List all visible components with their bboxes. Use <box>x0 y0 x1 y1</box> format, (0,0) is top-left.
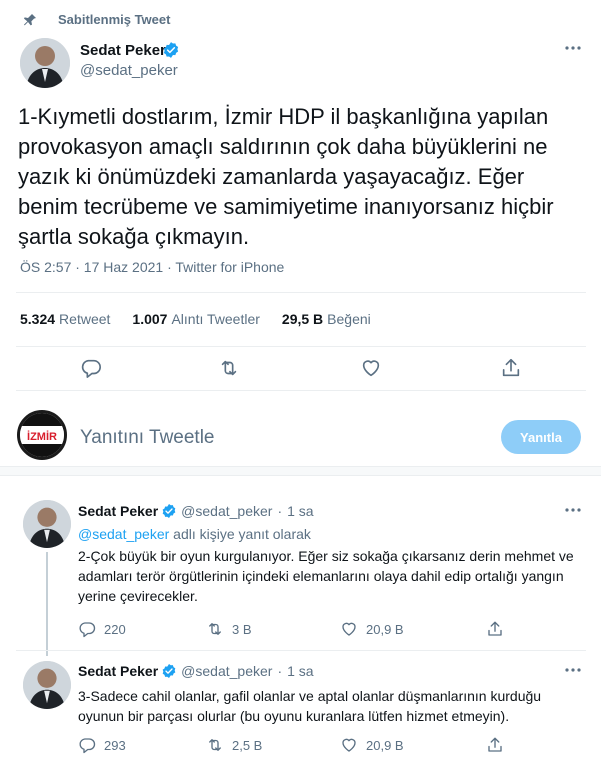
retweet-action[interactable]: 3 B <box>206 620 252 638</box>
reply-action[interactable]: 293 <box>78 736 126 754</box>
share-action[interactable] <box>486 620 504 638</box>
tweet-time[interactable]: 1 sa <box>287 663 313 679</box>
author-name[interactable]: Sedat Peker <box>80 42 166 59</box>
retweet-icon <box>209 739 221 751</box>
reply-button[interactable]: Yanıtla <box>501 420 581 454</box>
author-avatar[interactable] <box>20 38 70 88</box>
author-name[interactable]: Sedat Peker <box>78 503 158 519</box>
avatar-logo-text: İZMİR <box>27 430 57 443</box>
tweet-header: Sedat Peker @sedat_peker · 1 sa <box>78 503 314 519</box>
tweet-meta[interactable]: ÖS 2:57 · 17 Haz 2021 · Twitter for iPho… <box>20 259 284 275</box>
reply-action[interactable]: 220 <box>78 620 126 638</box>
author-avatar[interactable] <box>23 661 71 709</box>
like-icon <box>342 738 356 752</box>
section-divider <box>0 466 601 476</box>
pinned-label: Sabitlenmiş Tweet <box>58 12 171 27</box>
verified-badge-icon <box>161 663 177 679</box>
reply-count: 220 <box>104 621 126 637</box>
more-options-icon[interactable] <box>562 500 584 520</box>
tweet-header: Sedat Peker @sedat_peker · 1 sa <box>78 663 314 679</box>
verified-badge-icon <box>161 503 177 519</box>
tweet-stats: 5.324 Retweet 1.007 Alıntı Tweetler 29,5 B… <box>20 311 371 327</box>
quote-count[interactable]: 1.007 Alıntı Tweetler <box>132 311 260 327</box>
reply-icon <box>79 622 96 638</box>
tweet-text: 2-Çok büyük bir oyun kurgulanıyor. Eğer … <box>78 548 574 604</box>
reply-context: @sedat_peker adlı kişiye yanıt olarak <box>78 526 311 542</box>
tweet-time[interactable]: 1 sa <box>287 503 313 519</box>
reply-icon <box>79 738 96 754</box>
retweet-count: 3 B <box>232 621 252 637</box>
retweet-count: 2,5 B <box>232 737 263 753</box>
current-user-avatar[interactable]: İZMİR <box>17 410 67 460</box>
share-icon <box>488 621 502 636</box>
tweet-text: 3-Sadece cahil olanlar, gafil olanlar ve… <box>78 688 542 724</box>
tweet-text: 1-Kıymetli dostlarım, İzmir HDP il başka… <box>18 104 554 249</box>
retweet-icon <box>209 623 221 635</box>
like-action[interactable]: 20,9 B <box>340 620 404 638</box>
like-count: 20,9 B <box>366 621 404 637</box>
retweet-icon[interactable] <box>218 357 240 379</box>
pin-icon <box>22 12 38 28</box>
verified-badge-icon <box>162 41 180 59</box>
retweet-count[interactable]: 5.324 Retweet <box>20 311 110 327</box>
author-name[interactable]: Sedat Peker <box>78 663 158 679</box>
like-action[interactable]: 20,9 B <box>340 736 404 754</box>
reply-input[interactable]: Yanıtını Tweetle <box>80 427 215 449</box>
author-handle[interactable]: @sedat_peker <box>181 663 272 679</box>
author-avatar[interactable] <box>23 500 71 548</box>
author-handle[interactable]: @sedat_peker <box>181 503 272 519</box>
author-handle[interactable]: @sedat_peker <box>80 62 178 79</box>
share-icon[interactable] <box>500 357 522 379</box>
divider <box>16 650 586 651</box>
separator-dot: · <box>277 503 283 519</box>
share-icon <box>488 737 502 752</box>
retweet-action[interactable]: 2,5 B <box>206 736 262 754</box>
reply-icon[interactable] <box>80 357 102 379</box>
reply-to-link[interactable]: @sedat_peker <box>78 526 169 542</box>
divider <box>16 390 586 391</box>
divider <box>16 292 586 293</box>
more-options-icon[interactable] <box>562 660 584 680</box>
thread-connector-line <box>46 552 48 656</box>
separator-dot: · <box>277 663 283 679</box>
like-icon <box>342 622 356 636</box>
reply-count: 293 <box>104 737 126 753</box>
reply-to-label: adlı kişiye yanıt olarak <box>169 526 311 542</box>
divider <box>16 346 586 347</box>
like-icon[interactable] <box>360 357 382 379</box>
share-action[interactable] <box>486 736 504 754</box>
like-count[interactable]: 29,5 B Beğeni <box>282 311 371 327</box>
more-options-icon[interactable] <box>562 38 584 58</box>
like-count: 20,9 B <box>366 737 404 753</box>
